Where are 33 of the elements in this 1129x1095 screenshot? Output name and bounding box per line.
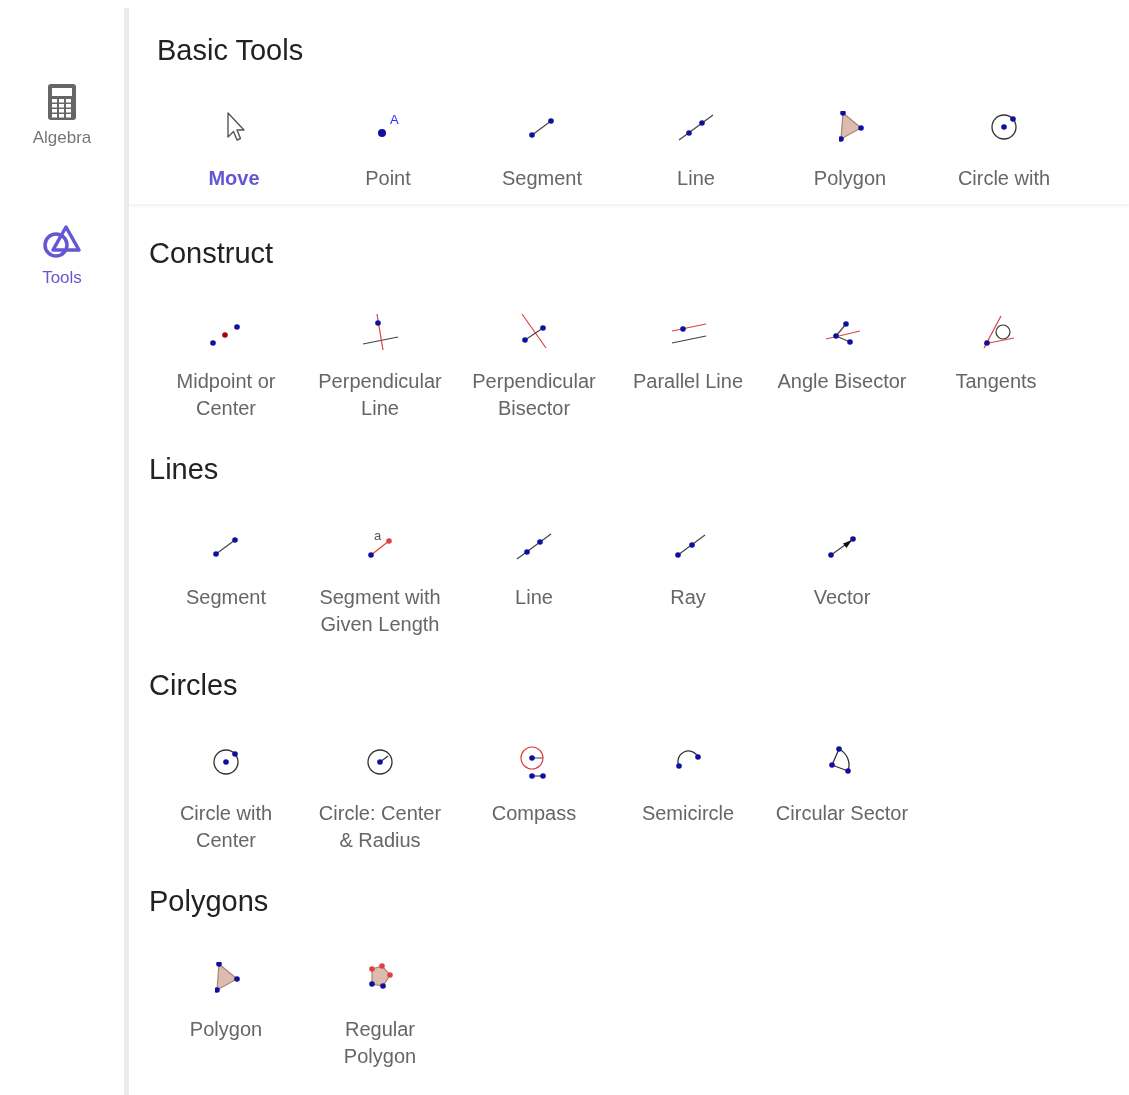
tool-button[interactable]: Polygon (149, 956, 303, 1070)
tool-button[interactable]: Regular Polygon (303, 956, 457, 1070)
tool-button[interactable]: Perpendicular Bisector (457, 308, 611, 422)
icon-letter: A (390, 113, 399, 126)
tool-button[interactable]: Parallel Line (611, 308, 765, 422)
section-title: Construct (149, 236, 275, 270)
tool-button[interactable]: Perpendicular Line (303, 308, 457, 422)
tool-button[interactable]: Ray (611, 524, 765, 638)
tool-button[interactable]: A Point (311, 105, 465, 192)
section-title: Lines (149, 452, 220, 486)
icon-letter: a (374, 529, 382, 542)
tool-button[interactable]: Circle with (927, 105, 1081, 192)
sidebar-item[interactable]: Algebra (32, 84, 92, 148)
tool-button[interactable]: Move (157, 105, 311, 192)
tool-button[interactable]: Angle Bisector (765, 308, 919, 422)
tool-button[interactable]: Line (619, 105, 773, 192)
tool-button[interactable]: Circle with Center (149, 740, 303, 854)
tool-button[interactable]: Circle: Center & Radius (303, 740, 457, 854)
tool-button[interactable]: a Segment with Given Length (303, 524, 457, 638)
tool-button[interactable]: Tangents (919, 308, 1073, 422)
tool-button[interactable]: Circular Sector (765, 740, 919, 854)
section-title: Basic Tools (157, 33, 305, 67)
tool-button[interactable]: Segment (149, 524, 303, 638)
tool-button[interactable]: Polygon (773, 105, 927, 192)
tool-button[interactable]: Vector (765, 524, 919, 638)
sidebar-item[interactable]: Tools (42, 224, 82, 288)
tool-button[interactable]: Midpoint or Center (149, 308, 303, 422)
tool-button[interactable]: Segment (465, 105, 619, 192)
tool-button[interactable]: Line (457, 524, 611, 638)
tool-button[interactable]: Semicircle (611, 740, 765, 854)
section-title: Circles (149, 668, 239, 702)
tool-button[interactable]: Compass (457, 740, 611, 854)
section-title: Polygons (149, 884, 270, 918)
